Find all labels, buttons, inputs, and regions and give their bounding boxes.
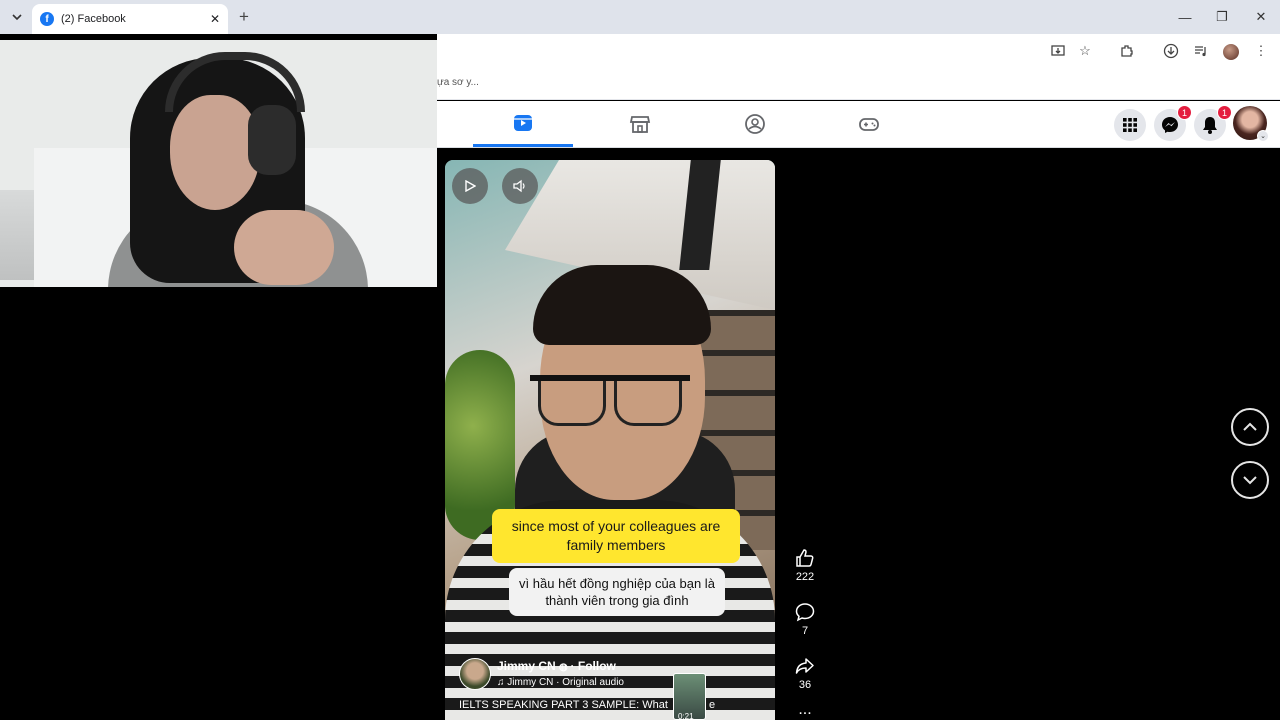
audio-label: Jimmy CN · Original audio bbox=[507, 677, 624, 688]
bell-icon bbox=[1203, 117, 1217, 134]
facebook-favicon-icon: f bbox=[40, 12, 54, 26]
comment-action[interactable]: 7 bbox=[790, 601, 820, 637]
reel-description-tail: e bbox=[709, 699, 716, 711]
like-action[interactable]: 222 bbox=[790, 547, 820, 583]
marketplace-tab[interactable] bbox=[590, 101, 690, 147]
webcam-overlay bbox=[0, 40, 437, 287]
webcam-person-face bbox=[170, 95, 260, 210]
follow-link[interactable]: · Follow bbox=[571, 659, 616, 673]
tab-close-button[interactable]: ✕ bbox=[210, 12, 220, 26]
extensions-icon[interactable] bbox=[1118, 42, 1136, 60]
grid-menu-icon bbox=[1123, 118, 1137, 132]
author-avatar[interactable] bbox=[459, 658, 491, 690]
notifications-button[interactable]: 1 bbox=[1194, 105, 1232, 141]
messenger-button[interactable]: 1 bbox=[1154, 105, 1192, 141]
browser-tab-facebook[interactable]: f (2) Facebook ✕ bbox=[32, 4, 228, 34]
chevron-down-icon bbox=[1243, 476, 1257, 485]
minimize-button[interactable]: — bbox=[1174, 6, 1196, 28]
reel-author-info: Jimmy CN ◍ · Follow ♫ Jimmy CN · Origina… bbox=[459, 658, 759, 718]
kebab-menu-icon[interactable]: ⋮ bbox=[1252, 42, 1270, 60]
next-reel-button[interactable] bbox=[1231, 461, 1269, 499]
tab-title: (2) Facebook bbox=[61, 13, 126, 25]
media-control-icon[interactable] bbox=[1192, 42, 1210, 60]
play-button[interactable] bbox=[452, 168, 488, 204]
messenger-icon bbox=[1162, 117, 1178, 133]
tab-search-button[interactable] bbox=[6, 7, 28, 27]
share-count: 36 bbox=[798, 679, 812, 691]
notifications-badge: 1 bbox=[1217, 105, 1232, 120]
audio-row[interactable]: ♫ Jimmy CN · Original audio bbox=[497, 677, 624, 688]
reel-description[interactable]: IELTS SPEAKING PART 3 SAMPLE: What e bbox=[459, 699, 715, 711]
audio-thumbnail[interactable]: 0:21 bbox=[673, 673, 706, 720]
reel-video[interactable]: since most of your colleagues are family… bbox=[445, 160, 775, 720]
groups-tab[interactable] bbox=[705, 101, 805, 147]
author-name[interactable]: Jimmy CN bbox=[497, 659, 556, 673]
webcam-person-hand bbox=[234, 210, 334, 285]
reels-tab[interactable] bbox=[473, 101, 573, 147]
video-person-glasses bbox=[530, 375, 690, 426]
gaming-tab[interactable] bbox=[819, 101, 919, 147]
speaker-icon bbox=[513, 179, 525, 193]
headphones-earcup bbox=[248, 105, 296, 175]
previous-reel-button[interactable] bbox=[1231, 408, 1269, 446]
author-name-row: Jimmy CN ◍ · Follow bbox=[497, 659, 616, 673]
install-icon[interactable] bbox=[1049, 42, 1067, 60]
gamepad-icon bbox=[859, 118, 879, 131]
screen: f (2) Facebook ✕ + — ❐ ✕ ☆ ⋮ ựa sơ y... bbox=[0, 0, 1280, 720]
globe-icon: ◍ bbox=[559, 662, 571, 673]
mute-button[interactable] bbox=[502, 168, 538, 204]
messenger-badge: 1 bbox=[1177, 105, 1192, 120]
chevron-up-icon bbox=[1243, 422, 1257, 431]
browser-toolbar: ☆ ⋮ bbox=[437, 34, 1280, 68]
groups-icon bbox=[745, 114, 765, 134]
video-icon bbox=[514, 114, 532, 131]
music-note-icon: ♫ bbox=[497, 677, 508, 688]
account-avatar[interactable]: ⌄ bbox=[1233, 106, 1269, 142]
thumbnail-time: 0:21 bbox=[678, 712, 694, 720]
download-icon[interactable] bbox=[1162, 42, 1180, 60]
caption-vietnamese: vì hầu hết đồng nghiệp của bạn là thành … bbox=[509, 568, 725, 616]
bookmarks-bar: ựa sơ y... bbox=[437, 68, 1280, 100]
play-icon bbox=[465, 180, 476, 192]
video-person-hair bbox=[533, 265, 711, 345]
facebook-navbar: 1 1 ⌄ bbox=[437, 101, 1280, 148]
share-action[interactable]: 36 bbox=[790, 655, 820, 691]
bookmark-star-icon[interactable]: ☆ bbox=[1076, 42, 1094, 60]
caption-english: since most of your colleagues are family… bbox=[492, 509, 740, 563]
profile-avatar[interactable] bbox=[1223, 44, 1239, 60]
bookmark-item[interactable]: ựa sơ y... bbox=[437, 77, 479, 88]
new-tab-button[interactable]: + bbox=[234, 7, 254, 27]
marketplace-icon bbox=[629, 116, 651, 133]
webcam-background bbox=[0, 190, 35, 280]
menu-button[interactable] bbox=[1114, 109, 1146, 141]
like-count: 222 bbox=[795, 571, 815, 583]
browser-tabstrip: f (2) Facebook ✕ + — ❐ ✕ bbox=[0, 0, 1280, 34]
reel-description-text: IELTS SPEAKING PART 3 SAMPLE: What bbox=[459, 699, 668, 711]
window-close-button[interactable]: ✕ bbox=[1250, 6, 1272, 28]
comment-icon bbox=[790, 601, 820, 623]
share-icon bbox=[790, 655, 820, 677]
chevron-down-icon: ⌄ bbox=[1257, 130, 1269, 142]
comment-count: 7 bbox=[801, 625, 809, 637]
chevron-down-icon bbox=[12, 14, 22, 21]
more-options-button[interactable]: ... bbox=[790, 702, 820, 718]
maximize-button[interactable]: ❐ bbox=[1211, 6, 1233, 28]
thumbs-up-icon bbox=[790, 547, 820, 569]
